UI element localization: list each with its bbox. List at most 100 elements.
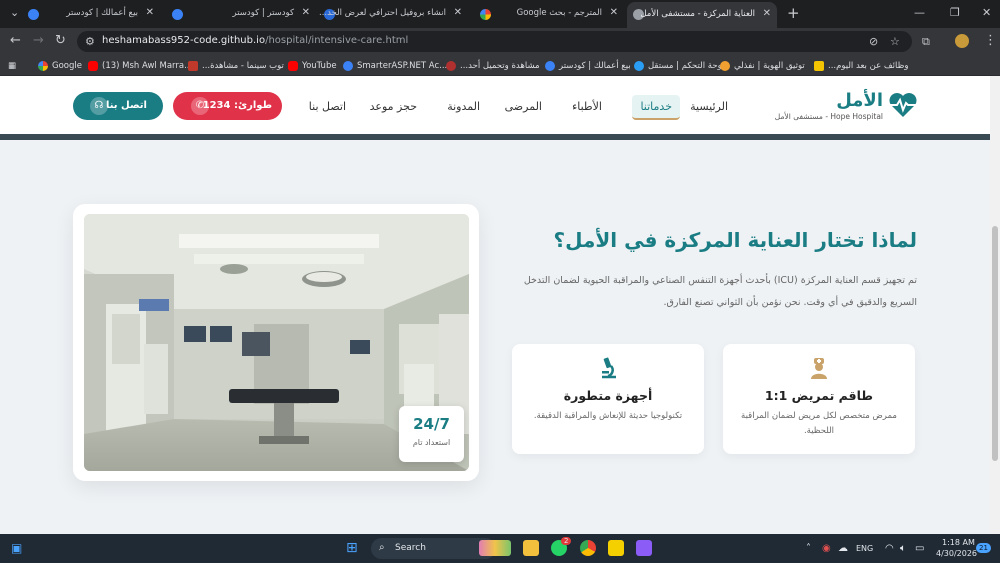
availability-badge: 24/7 استعداد تام bbox=[399, 406, 464, 462]
new-tab-button[interactable]: + bbox=[787, 4, 800, 22]
contact-label: اتصل بنا bbox=[105, 100, 147, 111]
forward-arrow-icon[interactable]: → bbox=[33, 34, 44, 48]
battery-icon[interactable]: ▭ bbox=[915, 543, 924, 554]
bookmark-kodster[interactable]: بيع أعمالك | كودستر bbox=[545, 59, 631, 72]
flowers-widget-icon[interactable] bbox=[479, 540, 511, 556]
close-tab-icon[interactable]: ✕ bbox=[454, 7, 462, 18]
url-text[interactable]: heshamabass952-code.github.io/hospital/i… bbox=[102, 35, 408, 46]
menu-kebab-icon[interactable]: ⋮ bbox=[984, 34, 997, 48]
reload-icon[interactable]: ↻ bbox=[55, 34, 66, 48]
bookmark-label: SmarterASP.NET Ac... bbox=[357, 60, 448, 71]
video-site-icon bbox=[446, 60, 456, 71]
tab-title: انشاء بروفيل احترافي لعرض الخد... bbox=[319, 8, 446, 18]
bookmark-youtube-video[interactable]: (13) Msh Awl Marra... bbox=[88, 59, 192, 72]
nav-patients[interactable]: المرضى bbox=[505, 100, 542, 113]
maximize-icon[interactable]: ❐ bbox=[950, 6, 960, 19]
kodster-favicon-icon bbox=[172, 9, 183, 20]
bookmark-smarterasp[interactable]: SmarterASP.NET Ac... bbox=[343, 59, 447, 72]
tab-kodster-sell[interactable]: بيع أعمالك | كودستر ✕ bbox=[22, 3, 160, 25]
site-header: الأمل Hope Hospital - مستشفى الأمل الرئي… bbox=[0, 76, 990, 134]
no-tracking-eye-icon[interactable]: ⊘ bbox=[869, 35, 878, 48]
section-description: تم تجهيز قسم العناية المركزة (ICU) بأحدث… bbox=[523, 275, 917, 308]
close-tab-icon[interactable]: ✕ bbox=[146, 7, 154, 18]
visual-studio-icon[interactable] bbox=[636, 540, 652, 556]
nav-contact[interactable]: اتصل بنا bbox=[309, 100, 346, 113]
bookmark-youtube[interactable]: YouTube bbox=[288, 59, 337, 72]
url-path: /hospital/intensive-care.html bbox=[265, 35, 409, 46]
clock-time[interactable]: 1:18 AM bbox=[942, 538, 975, 547]
emergency-button[interactable]: طوارئ: 1234 ✆ bbox=[173, 92, 282, 120]
close-tab-icon[interactable]: ✕ bbox=[302, 7, 310, 18]
bookmark-star-icon[interactable]: ☆ bbox=[890, 35, 900, 48]
hospital-logo[interactable]: الأمل Hope Hospital - مستشفى الأمل bbox=[775, 90, 918, 122]
nafezly-icon bbox=[720, 60, 730, 71]
page-scrollbar[interactable] bbox=[990, 76, 1000, 534]
feature-card-nursing: طاقم تمريض 1:1 ممرض متخصص لكل مريض لضمان… bbox=[723, 344, 915, 454]
nav-booking[interactable]: حجز موعد bbox=[370, 100, 417, 113]
card-description: ممرض متخصص لكل مريض لضمان المراقبة اللحظ… bbox=[741, 411, 897, 436]
bookmark-mostaql[interactable]: لوحة التحكم | مستقل bbox=[634, 59, 725, 72]
clock-date[interactable]: 4/30/2026 bbox=[936, 549, 977, 558]
windows-start-icon[interactable]: ⊞ bbox=[346, 540, 358, 556]
show-hidden-icons-chevron-icon[interactable]: ˄ bbox=[806, 543, 811, 554]
bookmark-label: وظائف عن بعد اليوم... bbox=[828, 60, 909, 71]
language-indicator[interactable]: ENG bbox=[856, 544, 873, 553]
bookmark-label: (13) Msh Awl Marra... bbox=[102, 60, 193, 71]
tab-hospital-icu[interactable]: العناية المركزة - مستشفى الأمل ✕ bbox=[627, 2, 777, 28]
feature-card-equipment: أجهزة متطورة تكنولوجيا حديثة للإنعاش وال… bbox=[512, 344, 704, 454]
badge-label: استعداد تام bbox=[412, 438, 451, 447]
recording-icon[interactable]: ◉ bbox=[822, 543, 831, 554]
bookmark-nafezly[interactable]: توثيق الهوية | نفذلي bbox=[720, 59, 805, 72]
volume-icon[interactable]: 🔈︎ bbox=[900, 543, 906, 554]
mostaql-icon bbox=[634, 60, 644, 71]
nav-doctors[interactable]: الأطباء bbox=[572, 100, 602, 113]
close-window-icon[interactable]: ✕ bbox=[982, 6, 991, 19]
address-bar[interactable]: ⚙ heshamabass952-code.github.io/hospital… bbox=[77, 31, 912, 52]
tab-google-translate[interactable]: المترجم - بحث Google ✕ bbox=[474, 3, 624, 25]
bookmarks-bar: ▦ Google (13) Msh Awl Marra... توب سينما… bbox=[0, 55, 1000, 76]
bookmark-google[interactable]: Google bbox=[38, 59, 82, 72]
extensions-icon[interactable]: ⧉ bbox=[922, 35, 930, 49]
tab-title: بيع أعمالك | كودستر bbox=[66, 8, 138, 18]
apps-grid-icon[interactable]: ▦ bbox=[8, 59, 16, 72]
browser-toolbar: ← → ↻ ⚙ heshamabass952-code.github.io/ho… bbox=[0, 28, 1000, 55]
scrollbar-thumb[interactable] bbox=[992, 226, 998, 461]
tab-profile[interactable]: انشاء بروفيل احترافي لعرض الخد... ✕ bbox=[318, 3, 468, 25]
bookmark-label: لوحة التحكم | مستقل bbox=[648, 60, 725, 71]
bookmark-remote-jobs[interactable]: وظائف عن بعد اليوم... bbox=[814, 59, 908, 72]
nav-blog[interactable]: المدونة bbox=[447, 100, 480, 113]
headset-icon: ☊ bbox=[90, 97, 108, 115]
wifi-icon[interactable]: ◠ bbox=[885, 543, 894, 554]
tab-kodster[interactable]: كودستر | كودستر ✕ bbox=[166, 3, 316, 25]
widgets-icon[interactable]: ▣ bbox=[11, 541, 22, 555]
close-tab-icon[interactable]: ✕ bbox=[610, 7, 618, 18]
close-tab-icon[interactable]: ✕ bbox=[763, 8, 771, 19]
contact-button[interactable]: اتصل بنا ☊ bbox=[73, 92, 163, 120]
site-info-icon[interactable]: ⚙ bbox=[85, 35, 95, 48]
bookmark-label: مشاهدة وتحميل أحد... bbox=[460, 60, 540, 71]
whatsapp-badge: 2 bbox=[561, 537, 572, 545]
nurse-icon bbox=[811, 358, 827, 379]
notification-badge[interactable]: 21 bbox=[976, 543, 991, 553]
sticky-notes-icon[interactable] bbox=[608, 540, 624, 556]
file-explorer-icon[interactable] bbox=[523, 540, 539, 556]
tab-title: كودستر | كودستر bbox=[232, 8, 294, 18]
tab-title: العناية المركزة - مستشفى الأمل bbox=[640, 9, 755, 19]
taskbar-search[interactable]: ⌕ Search bbox=[371, 538, 496, 559]
cloud-icon[interactable]: ☁ bbox=[838, 543, 848, 554]
profile-avatar[interactable] bbox=[955, 34, 969, 48]
bookmark-watch-download[interactable]: مشاهدة وتحميل أحد... bbox=[446, 59, 540, 72]
youtube-icon bbox=[88, 60, 98, 71]
back-arrow-icon[interactable]: ← bbox=[10, 34, 21, 48]
nav-home[interactable]: الرئيسية bbox=[690, 100, 728, 113]
heart-pulse-icon bbox=[889, 93, 917, 117]
tab-search-icon[interactable]: ⌄ bbox=[10, 6, 19, 19]
youtube-icon bbox=[288, 60, 298, 71]
minimize-icon[interactable]: — bbox=[914, 6, 925, 19]
bookmark-label: توب سينما - مشاهدة... bbox=[202, 60, 284, 71]
nav-services[interactable]: خدماتنا bbox=[632, 95, 680, 120]
google-favicon-icon bbox=[480, 9, 491, 20]
logo-subtitle: Hope Hospital - مستشفى الأمل bbox=[774, 112, 883, 121]
bookmark-top-cinema[interactable]: توب سينما - مشاهدة... bbox=[188, 59, 284, 72]
chrome-icon[interactable] bbox=[580, 540, 596, 556]
